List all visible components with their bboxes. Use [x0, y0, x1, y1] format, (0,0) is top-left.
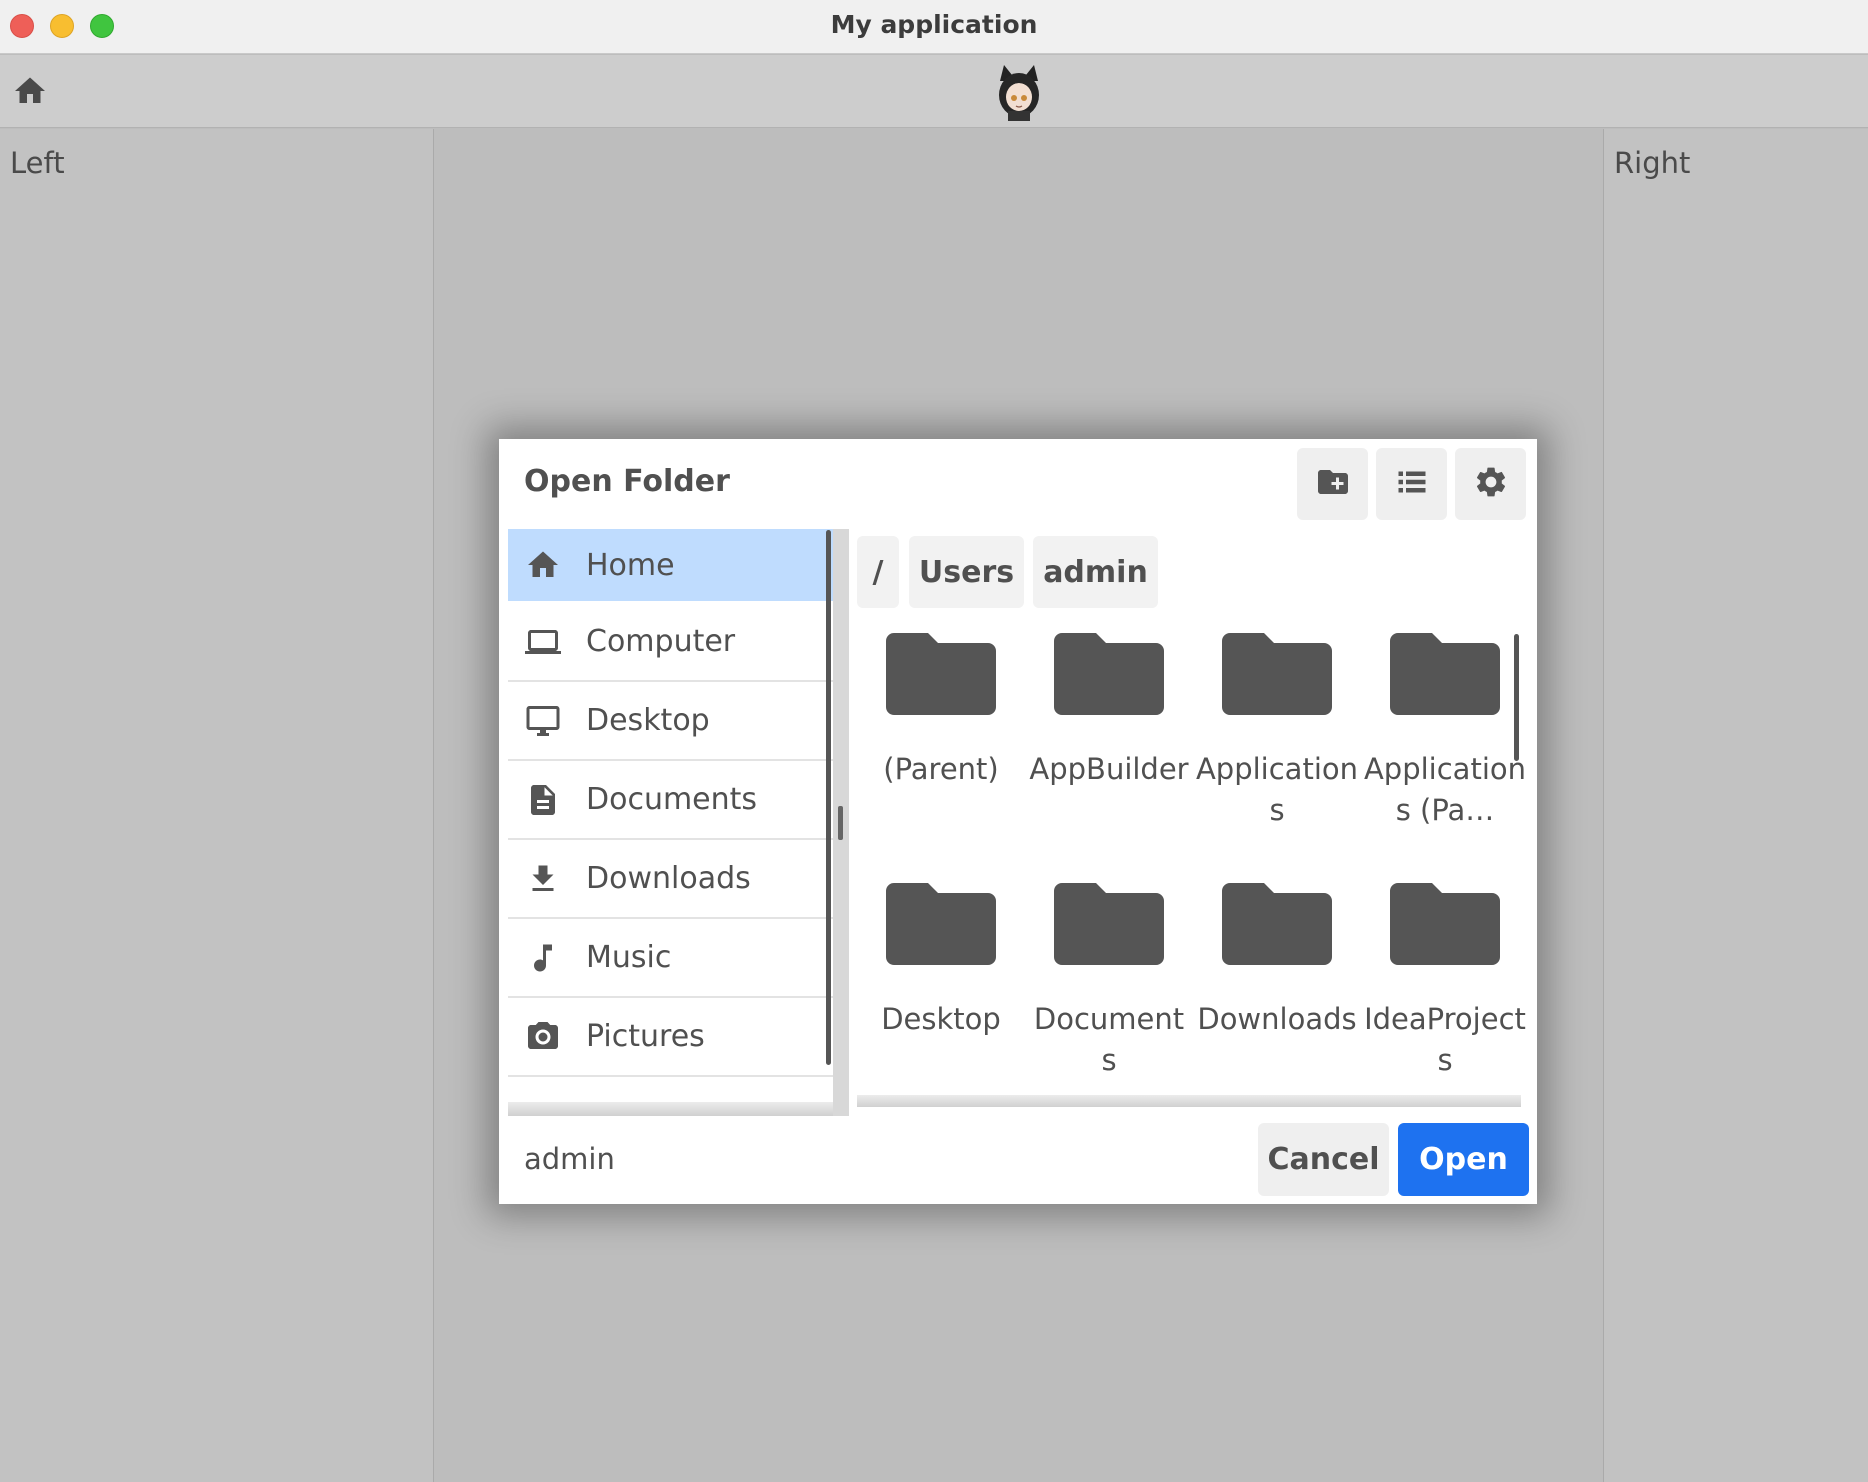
folder-plus-icon: [1315, 464, 1351, 504]
folder-icon: [1222, 883, 1332, 965]
laptop-icon: [525, 624, 561, 660]
sidebar-item-label: Downloads: [586, 861, 751, 896]
open-folder-dialog: Open Folder Home Computer Desktop Docume…: [499, 439, 1537, 1204]
breadcrumb-label: /: [872, 554, 884, 590]
sidebar-item-documents[interactable]: Documents: [508, 761, 833, 840]
list-icon: [1394, 464, 1430, 504]
home-icon: [525, 547, 561, 583]
sidebar-item-computer[interactable]: Computer: [508, 603, 833, 682]
camera-icon: [525, 1019, 561, 1055]
folder-icon: [1390, 883, 1500, 965]
avatar: [994, 61, 1044, 121]
sidebar-item-home[interactable]: Home: [508, 529, 833, 601]
selected-folder-name[interactable]: admin: [524, 1142, 615, 1176]
grid-horizontal-scrollbar[interactable]: [857, 1095, 1521, 1107]
breadcrumb-label: admin: [1043, 554, 1148, 590]
folder-name: Applications: [1195, 752, 1359, 827]
cancel-button[interactable]: Cancel: [1258, 1123, 1389, 1196]
folder-name: Downloads: [1197, 1002, 1357, 1036]
folder-name: Documents: [1033, 1002, 1185, 1077]
sidebar-item-pictures[interactable]: Pictures: [508, 998, 833, 1077]
sidebar-item-label: Music: [586, 940, 672, 975]
left-panel-label: Left: [10, 146, 65, 180]
app-toolbar: [0, 55, 1868, 128]
folder-icon: [1054, 633, 1164, 715]
open-button[interactable]: Open: [1398, 1123, 1529, 1196]
folder-item[interactable]: AppBuilder: [1025, 629, 1193, 790]
window-titlebar: My application: [0, 0, 1868, 54]
sidebar-item-desktop[interactable]: Desktop: [508, 682, 833, 761]
breadcrumb-label: Users: [918, 554, 1015, 590]
folder-icon: [1054, 883, 1164, 965]
right-panel: Right: [1603, 129, 1868, 1482]
new-folder-button[interactable]: [1297, 448, 1368, 520]
folder-item[interactable]: Downloads: [1193, 879, 1361, 1040]
folder-name: IdeaProjects: [1364, 1002, 1526, 1077]
folder-item[interactable]: (Parent): [857, 629, 1025, 790]
breadcrumb-root[interactable]: /: [857, 536, 899, 608]
splitter-grip[interactable]: [838, 806, 843, 840]
sidebar-item-label: Documents: [586, 782, 758, 817]
folder-icon: [1390, 633, 1500, 715]
sidebar-item-label: Pictures: [586, 1019, 705, 1054]
sidebar-item-label: Computer: [586, 624, 736, 659]
settings-button[interactable]: [1455, 448, 1526, 520]
folder-icon: [1222, 633, 1332, 715]
right-panel-label: Right: [1614, 146, 1691, 180]
left-panel: Left: [0, 129, 434, 1482]
list-view-button[interactable]: [1376, 448, 1447, 520]
download-icon: [525, 861, 561, 897]
folder-icon: [886, 883, 996, 965]
sidebar-scrollbar[interactable]: [826, 530, 831, 1065]
folder-name: AppBuilder: [1029, 752, 1189, 786]
window-title: My application: [830, 10, 1038, 39]
sidebar-item-label: Desktop: [586, 703, 710, 738]
sidebar-item-music[interactable]: Music: [508, 919, 833, 998]
folder-name: Applications (Pa…: [1363, 752, 1527, 827]
sidebar-item-downloads[interactable]: Downloads: [508, 840, 833, 919]
folder-item[interactable]: Applications: [1193, 629, 1361, 831]
breadcrumb-admin[interactable]: admin: [1033, 536, 1158, 608]
places-sidebar: Home Computer Desktop Documents Download…: [508, 529, 833, 1116]
folder-item[interactable]: Desktop: [857, 879, 1025, 1040]
sidebar-horizontal-scrollbar[interactable]: [508, 1102, 833, 1116]
folder-name: Desktop: [881, 1002, 1001, 1036]
music-note-icon: [525, 940, 561, 976]
home-icon[interactable]: [12, 73, 48, 109]
gear-icon: [1473, 464, 1509, 504]
folder-item[interactable]: IdeaProjects: [1361, 879, 1529, 1081]
grid-scrollbar[interactable]: [1514, 634, 1519, 761]
folder-item[interactable]: Documents: [1025, 879, 1193, 1081]
sidebar-item-label: Home: [586, 547, 675, 583]
breadcrumb-users[interactable]: Users: [909, 536, 1024, 608]
folder-item[interactable]: Applications (Pa…: [1361, 629, 1529, 831]
dialog-title: Open Folder: [524, 464, 730, 499]
folder-name: (Parent): [883, 752, 999, 786]
document-icon: [525, 782, 561, 818]
monitor-icon: [525, 703, 561, 739]
folder-grid: (Parent) AppBuilder Applications Applica…: [857, 629, 1532, 1104]
folder-icon: [886, 633, 996, 715]
